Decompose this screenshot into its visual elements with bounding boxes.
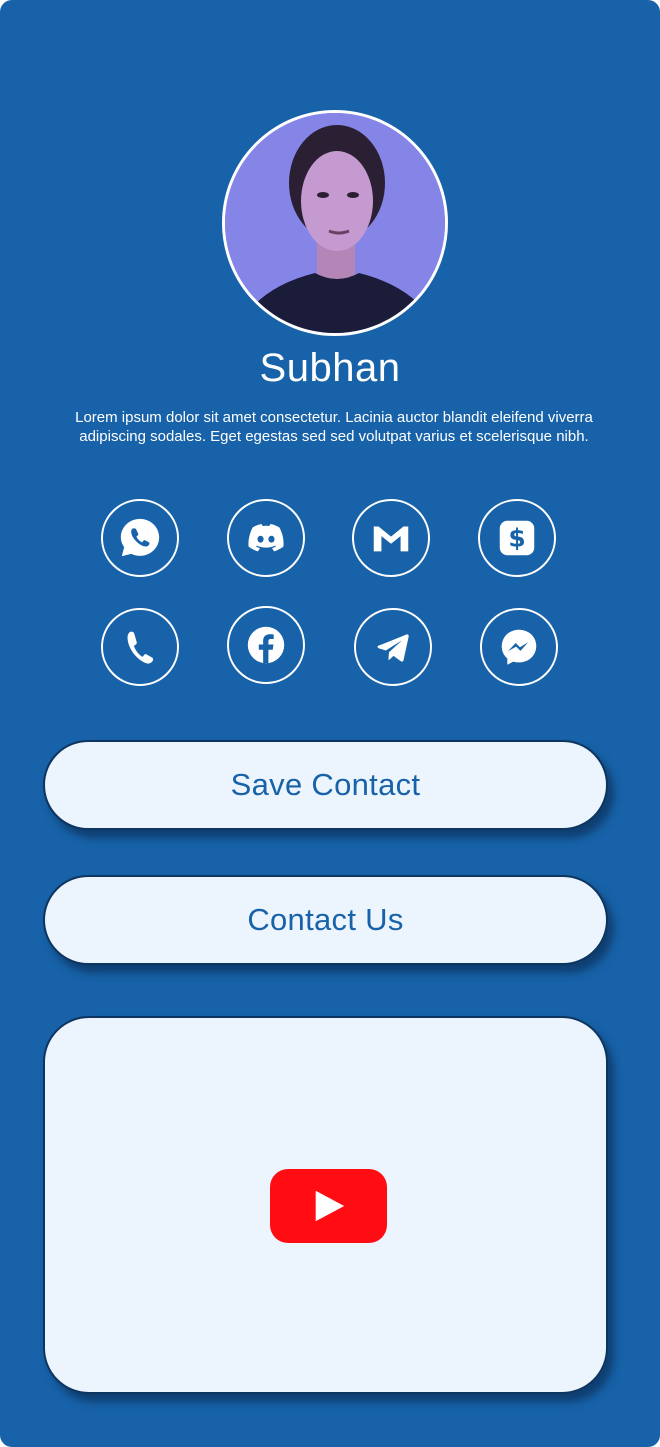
profile-name: Subhan xyxy=(259,346,401,390)
contact-us-button[interactable]: Contact Us xyxy=(43,875,608,965)
whatsapp-button[interactable] xyxy=(101,499,179,577)
avatar xyxy=(222,110,448,336)
youtube-play-button[interactable] xyxy=(270,1169,387,1243)
messenger-icon xyxy=(501,629,537,665)
facebook-icon xyxy=(247,626,285,664)
gmail-icon xyxy=(373,526,409,552)
video-embed[interactable] xyxy=(43,1016,608,1394)
facebook-button[interactable] xyxy=(227,606,305,684)
messenger-button[interactable] xyxy=(480,608,558,686)
discord-icon xyxy=(248,524,284,552)
save-contact-button[interactable]: Save Contact xyxy=(43,740,608,830)
profile-card: Subhan Lorem ipsum dolor sit amet consec… xyxy=(0,0,660,1447)
youtube-play-icon xyxy=(315,1190,344,1222)
phone-icon xyxy=(127,631,154,664)
avatar-photo xyxy=(225,113,445,333)
svg-text:$: $ xyxy=(508,524,525,553)
cash-app-icon: $ xyxy=(499,520,535,556)
gmail-button[interactable] xyxy=(352,499,430,577)
phone-button[interactable] xyxy=(101,608,179,686)
whatsapp-icon xyxy=(120,518,160,557)
profile-bio: Lorem ipsum dolor sit amet consectetur. … xyxy=(75,409,593,445)
discord-button[interactable] xyxy=(227,499,305,577)
telegram-button[interactable] xyxy=(354,608,432,686)
telegram-icon xyxy=(377,634,409,662)
cash-app-button[interactable]: $ xyxy=(478,499,556,577)
